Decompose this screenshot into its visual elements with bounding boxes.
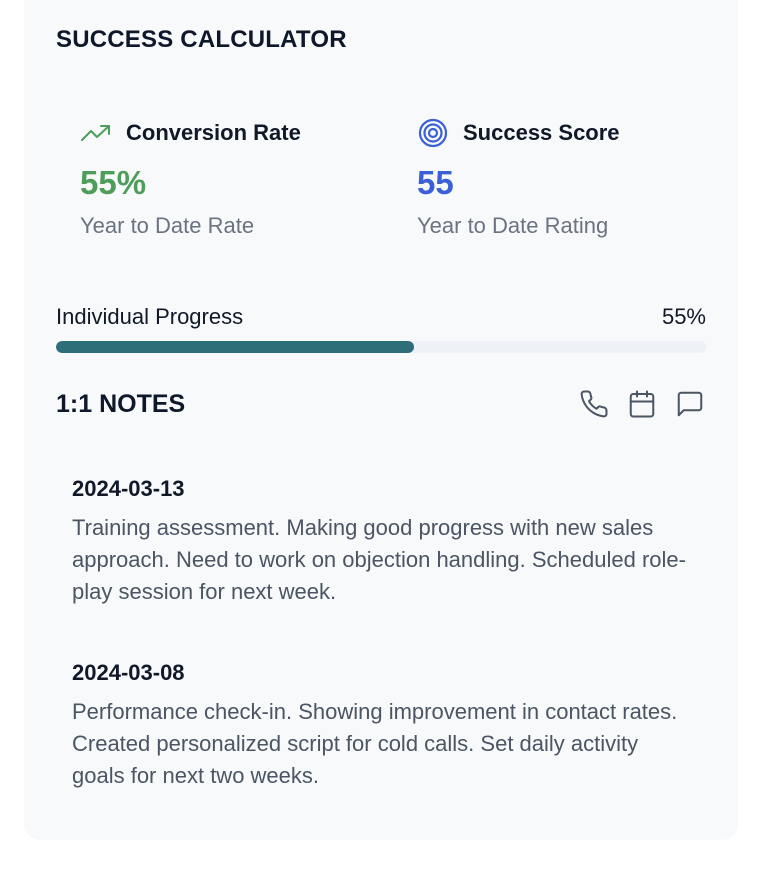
note-date: 2024-03-08: [72, 660, 185, 685]
target-icon: [417, 118, 449, 148]
calendar-icon[interactable]: [626, 388, 658, 420]
trending-up-icon: [80, 118, 112, 148]
conversion-rate-label: Conversion Rate: [126, 120, 301, 145]
note-date: 2024-03-13: [72, 476, 185, 501]
success-score-label: Success Score: [463, 120, 620, 145]
success-score-metric: Success Score 55 Year to Date Rating: [417, 118, 717, 239]
progress-percent: 55%: [661, 304, 706, 329]
progress-label: Individual Progress: [56, 304, 244, 329]
page-title: SUCCESS CALCULATOR: [56, 26, 347, 53]
progress-bar-fill: [56, 341, 414, 353]
notes-actions: [578, 388, 706, 420]
message-icon[interactable]: [674, 388, 706, 420]
note-text: Performance check-in. Showing improvemen…: [72, 699, 678, 788]
note-item: 2024-03-08 Performance check-in. Showing…: [72, 660, 692, 792]
conversion-rate-metric: Conversion Rate 55% Year to Date Rate: [80, 118, 380, 239]
conversion-rate-subtitle: Year to Date Rate: [80, 213, 255, 238]
phone-icon[interactable]: [578, 388, 610, 420]
progress-bar: [56, 341, 706, 353]
note-item: 2024-03-13 Training assessment. Making g…: [72, 476, 692, 608]
notes-title: 1:1 NOTES: [56, 390, 186, 418]
conversion-rate-value: 55%: [80, 164, 147, 201]
success-score-subtitle: Year to Date Rating: [417, 213, 609, 238]
note-text: Training assessment. Making good progres…: [72, 515, 686, 604]
success-score-value: 55: [417, 164, 454, 201]
